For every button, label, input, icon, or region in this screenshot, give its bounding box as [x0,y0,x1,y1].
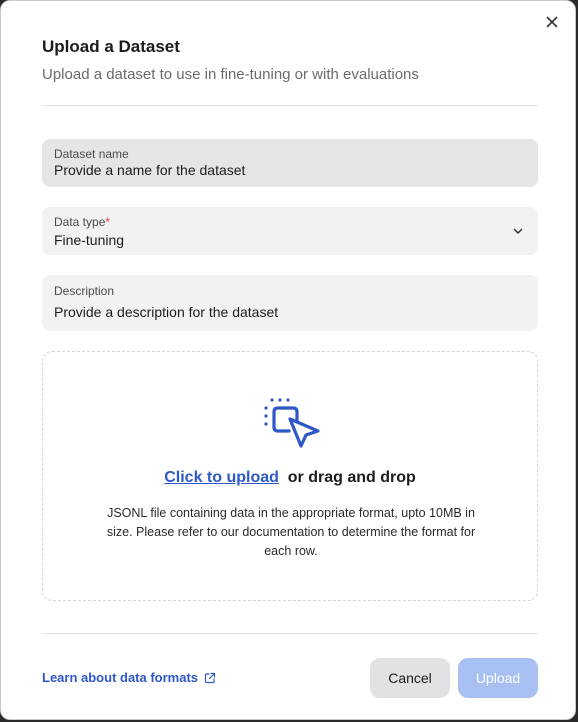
drag-drop-text: or drag and drop [287,469,416,486]
external-link-icon [204,672,216,683]
dataset-name-input[interactable]: Provide a name for the dataset [54,162,245,178]
data-type-select[interactable]: Data type* Fine-tuning [42,207,538,255]
upload-instructions: Click to upload or drag and drop [43,469,537,487]
upload-dataset-dialog: Upload a Dataset Upload a dataset to use… [0,0,576,720]
dialog-title: Upload a Dataset [42,37,180,56]
footer-divider [42,633,538,634]
data-type-value: Fine-tuning [54,232,125,248]
data-type-label: Data type* [54,215,111,229]
chevron-down-icon [513,228,523,234]
click-to-upload-link[interactable]: Click to upload [164,469,279,486]
cancel-button[interactable]: Cancel [370,658,450,698]
learn-link-label: Learn about data formats [42,670,199,685]
learn-data-formats-link[interactable]: Learn about data formats [42,670,216,685]
description-label: Description [54,284,115,298]
required-marker: * [105,215,111,229]
dataset-name-field[interactable]: Dataset name Provide a name for the data… [42,139,538,187]
header-divider [42,105,538,106]
description-field[interactable]: Description Provide a description for th… [42,275,538,331]
select-pointer-icon [264,398,320,448]
dialog-subtitle: Upload a dataset to use in fine-tuning o… [42,66,419,83]
close-button[interactable] [541,11,563,33]
close-icon [546,16,558,28]
dataset-name-label: Dataset name [54,147,129,161]
file-dropzone[interactable]: Click to upload or drag and drop JSONL f… [42,351,538,601]
upload-button[interactable]: Upload [458,658,538,698]
file-format-hint: JSONL file containing data in the approp… [106,506,476,558]
description-input[interactable]: Provide a description for the dataset [54,304,278,320]
